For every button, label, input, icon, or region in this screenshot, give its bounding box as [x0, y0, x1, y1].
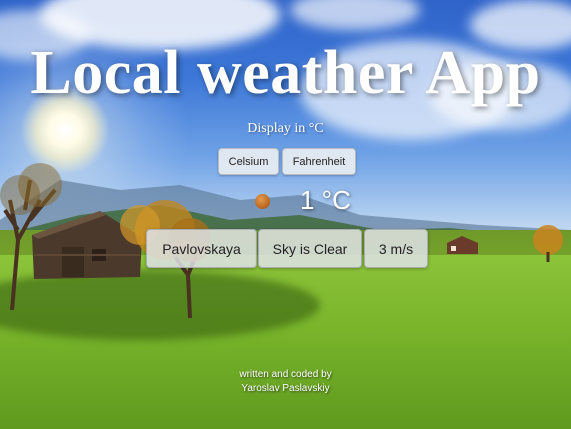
temperature-value: 1 °C	[300, 185, 351, 215]
tree	[0, 163, 62, 310]
distant-house	[447, 236, 478, 254]
fahrenheit-button[interactable]: Fahrenheit	[282, 148, 356, 175]
celsius-button[interactable]: Celsium	[218, 148, 279, 175]
wind-box: 3 m/s	[364, 229, 428, 268]
credits-line: written and coded by	[239, 369, 332, 380]
author-name: Yaroslav Paslavskiy	[241, 383, 330, 394]
location-box: Pavlovskaya	[146, 229, 257, 268]
sun-icon	[255, 194, 270, 209]
app-title: Local weather App	[30, 39, 541, 107]
credits: written and coded by Yaroslav Paslavskiy	[0, 368, 571, 396]
display-unit-label: Display in °C	[247, 121, 324, 136]
condition-box: Sky is Clear	[258, 229, 362, 268]
tree	[533, 225, 563, 262]
